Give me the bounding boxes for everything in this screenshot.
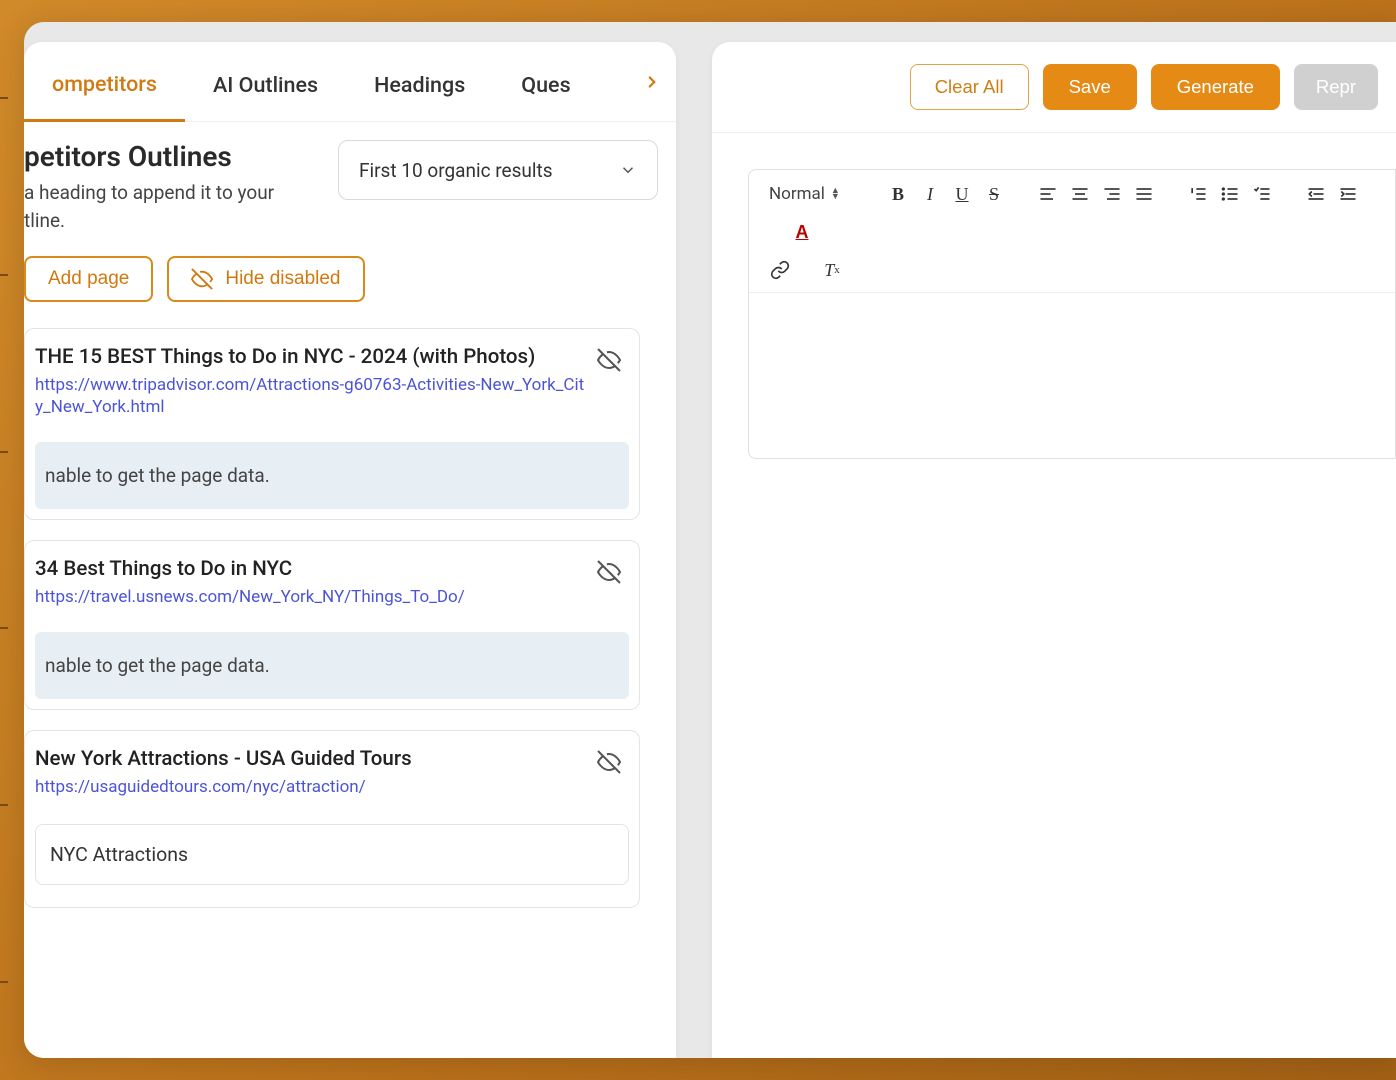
editor-textarea[interactable] [749, 293, 1395, 458]
underline-button[interactable]: U [947, 180, 977, 208]
result-card: THE 15 BEST Things to Do in NYC - 2024 (… [24, 328, 640, 520]
list-group [1183, 180, 1277, 208]
text-style-group: B I U S [883, 180, 1009, 208]
result-card: 34 Best Things to Do in NYC https://trav… [24, 540, 640, 710]
hide-disabled-button[interactable]: Hide disabled [167, 256, 364, 302]
link-icon [770, 260, 790, 280]
editor-toolbar: Normal ▲▼ B I U S [749, 170, 1395, 293]
result-card: New York Attractions - USA Guided Tours … [24, 730, 640, 908]
clear-format-button[interactable]: Tx [817, 256, 847, 284]
generate-button[interactable]: Generate [1151, 64, 1280, 110]
page-subtitle-line1: a heading to append it to your [24, 179, 274, 207]
result-heading-item[interactable]: NYC Attractions [35, 824, 629, 885]
align-right-icon [1102, 184, 1122, 204]
ordered-list-icon [1188, 184, 1208, 204]
tabs-bar: ompetitors AI Outlines Headings Ques [24, 42, 676, 122]
left-edge-ruler [0, 0, 20, 1080]
result-url[interactable]: https://travel.usnews.com/New_York_NY/Th… [35, 586, 585, 608]
unordered-list-button[interactable] [1215, 180, 1245, 208]
outdent-button[interactable] [1301, 180, 1331, 208]
checklist-button[interactable] [1247, 180, 1277, 208]
eye-off-icon [191, 268, 213, 290]
text-color-button[interactable]: A [787, 218, 817, 246]
result-visibility-toggle[interactable] [597, 747, 621, 778]
color-group: A [787, 218, 817, 246]
add-page-label: Add page [48, 268, 129, 290]
toolbar-row-2: Tx [763, 256, 1381, 284]
chevron-down-icon [619, 161, 637, 179]
align-center-icon [1070, 184, 1090, 204]
right-panel: Clear All Save Generate Repr Normal ▲▼ B… [712, 42, 1396, 1058]
indent-group [1301, 180, 1363, 208]
tabs-scroll-right[interactable] [638, 68, 666, 96]
italic-button[interactable]: I [915, 180, 945, 208]
align-justify-icon [1134, 184, 1154, 204]
rephrase-button: Repr [1294, 64, 1378, 110]
panels-row: ompetitors AI Outlines Headings Ques pet… [24, 22, 1396, 1058]
result-error-message: nable to get the page data. [35, 442, 629, 509]
tab-competitors[interactable]: ompetitors [24, 42, 185, 122]
add-page-button[interactable]: Add page [24, 256, 153, 302]
result-title: 34 Best Things to Do in NYC [35, 557, 585, 581]
result-title: New York Attractions - USA Guided Tours [35, 747, 585, 771]
result-visibility-toggle[interactable] [597, 557, 621, 588]
editor: Normal ▲▼ B I U S [748, 169, 1396, 459]
left-panel: ompetitors AI Outlines Headings Ques pet… [24, 42, 676, 1058]
result-visibility-toggle[interactable] [597, 345, 621, 376]
sort-icon: ▲▼ [831, 188, 840, 200]
result-title: THE 15 BEST Things to Do in NYC - 2024 (… [35, 345, 585, 369]
tab-ai-outlines[interactable]: AI Outlines [185, 43, 346, 120]
format-select[interactable]: Normal ▲▼ [763, 180, 859, 208]
checklist-icon [1252, 184, 1272, 204]
align-left-button[interactable] [1033, 180, 1063, 208]
action-buttons-row: Add page Hide disabled [24, 256, 658, 302]
tab-headings[interactable]: Headings [346, 43, 493, 120]
align-left-icon [1038, 184, 1058, 204]
indent-icon [1338, 184, 1358, 204]
left-scroll-content: petitors Outlines a heading to append it… [24, 122, 676, 1058]
tab-questions[interactable]: Ques [493, 43, 576, 120]
align-justify-button[interactable] [1129, 180, 1159, 208]
page-subtitle-line2: tline. [24, 207, 274, 235]
strike-button[interactable]: S [979, 180, 1009, 208]
format-select-label: Normal [769, 184, 825, 204]
clear-all-button[interactable]: Clear All [910, 64, 1029, 110]
align-group [1033, 180, 1159, 208]
app-window: ompetitors AI Outlines Headings Ques pet… [24, 22, 1396, 1058]
hide-disabled-label: Hide disabled [225, 268, 340, 290]
outline-header-text: petitors Outlines a heading to append it… [24, 140, 274, 234]
result-error-message: nable to get the page data. [35, 632, 629, 699]
select-selected-label: First 10 organic results [359, 159, 553, 182]
save-button[interactable]: Save [1043, 64, 1137, 110]
indent-button[interactable] [1333, 180, 1363, 208]
link-button[interactable] [765, 256, 795, 284]
result-url[interactable]: https://usaguidedtours.com/nyc/attractio… [35, 776, 585, 798]
unordered-list-icon [1220, 184, 1240, 204]
eye-off-icon [597, 560, 621, 584]
align-right-button[interactable] [1097, 180, 1127, 208]
eye-off-icon [597, 750, 621, 774]
chevron-right-icon [643, 73, 661, 91]
outdent-icon [1306, 184, 1326, 204]
align-center-button[interactable] [1065, 180, 1095, 208]
result-url[interactable]: https://www.tripadvisor.com/Attractions-… [35, 374, 585, 418]
outline-header: petitors Outlines a heading to append it… [24, 140, 658, 234]
ordered-list-button[interactable] [1183, 180, 1213, 208]
results-filter-select[interactable]: First 10 organic results [338, 140, 658, 200]
page-title: petitors Outlines [24, 140, 274, 173]
eye-off-icon [597, 348, 621, 372]
bold-button[interactable]: B [883, 180, 913, 208]
right-toolbar: Clear All Save Generate Repr [712, 42, 1396, 133]
